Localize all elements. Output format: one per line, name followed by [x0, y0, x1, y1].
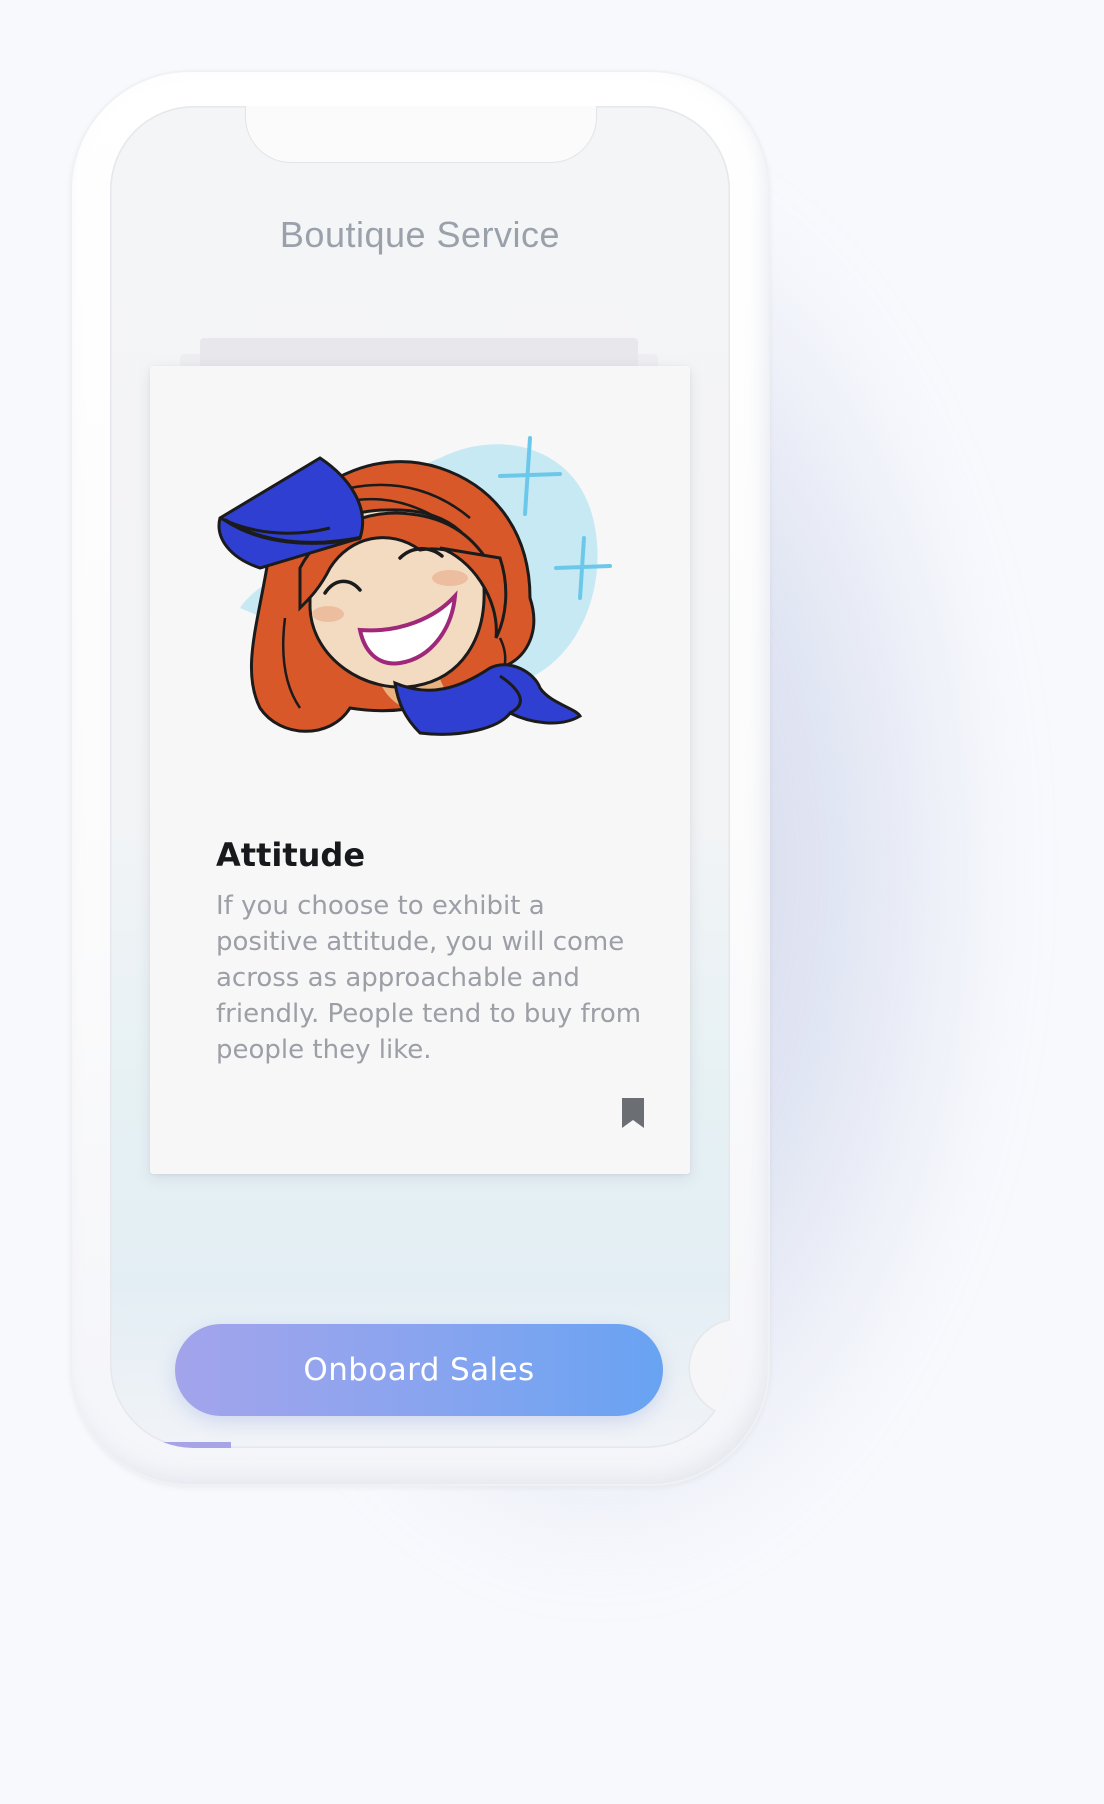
phone-frame: Boutique Service Attitude If you choose … — [70, 70, 770, 1486]
device-notch — [245, 106, 597, 163]
page-title: Boutique Service — [279, 214, 561, 255]
flight-attendant-illustration — [217, 436, 612, 736]
onboard-sales-button[interactable]: Onboard Sales — [175, 1324, 663, 1416]
lesson-card[interactable]: Attitude If you choose to exhibit a posi… — [150, 366, 690, 1174]
card-description: If you choose to exhibit a positive atti… — [216, 891, 642, 1065]
card-title: Attitude — [216, 836, 366, 874]
app-screen: Boutique Service Attitude If you choose … — [110, 106, 730, 1448]
next-item-button-partial[interactable] — [690, 1320, 730, 1416]
progress-fill — [150, 1442, 231, 1448]
progress-bar — [150, 1442, 690, 1448]
bookmark-icon[interactable] — [620, 1096, 646, 1130]
